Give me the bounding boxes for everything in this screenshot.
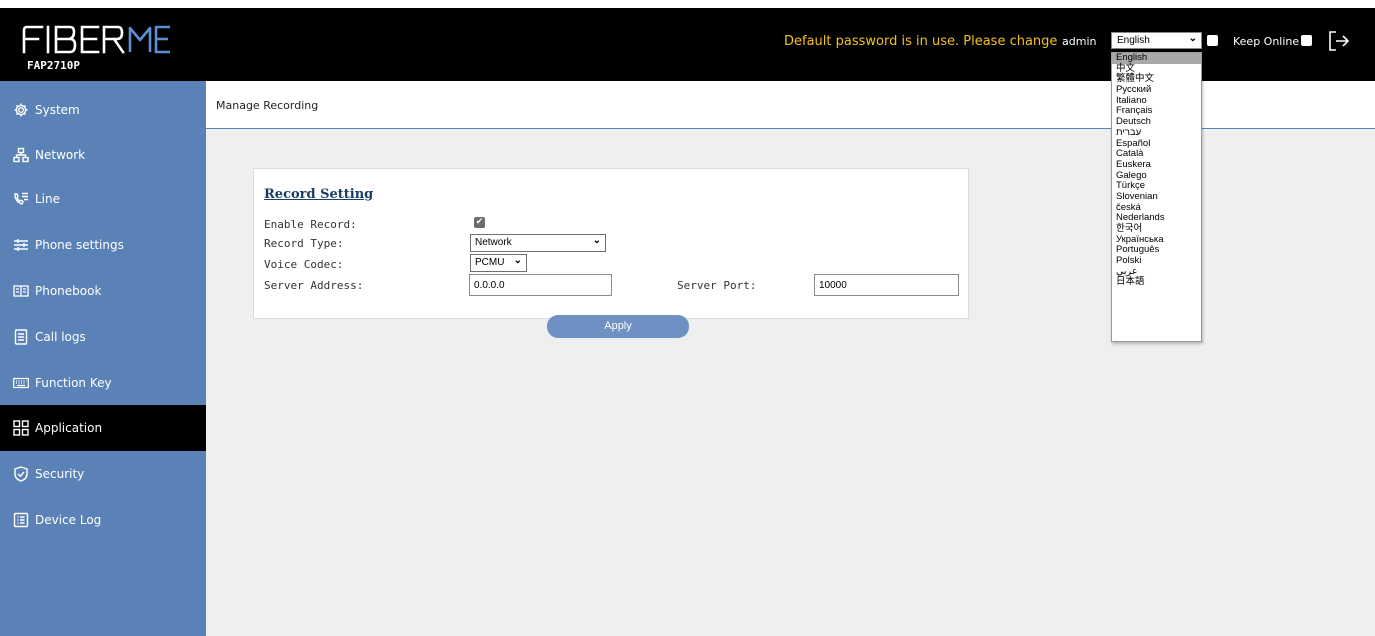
sidebar-item-label: Network: [35, 148, 86, 162]
chevron-down-icon: ⌄: [513, 255, 522, 266]
sidebar-item-label: Device Log: [35, 513, 102, 527]
sliders-icon: [13, 237, 29, 253]
gear-icon: [13, 102, 29, 118]
model-label: FAP2710P: [27, 59, 80, 72]
tab-label: Manage Recording: [216, 99, 319, 112]
keep-online-checkbox[interactable]: [1301, 35, 1312, 46]
sidebar-item-label: Phonebook: [35, 284, 102, 298]
server-port-label: Server Port:: [677, 279, 757, 292]
voice-codec-value: PCMU: [475, 257, 505, 268]
grid-icon: [13, 420, 29, 436]
voice-codec-select[interactable]: PCMU ⌄: [470, 254, 527, 272]
log-icon: [13, 512, 29, 528]
record-type-value: Network: [475, 237, 512, 248]
language-select[interactable]: English ⌄: [1111, 32, 1202, 49]
list-doc-icon: [13, 329, 29, 345]
chevron-down-icon: ⌄: [1188, 33, 1197, 44]
enable-record-checkbox[interactable]: ✔: [474, 217, 485, 228]
sidebar-item-system[interactable]: System: [0, 87, 206, 133]
language-option[interactable]: 日本語: [1112, 277, 1201, 288]
sidebar-item-label: Security: [35, 467, 85, 481]
sidebar-item-application[interactable]: Application: [0, 405, 206, 451]
logout-icon[interactable]: [1328, 30, 1350, 52]
voice-codec-label: Voice Codec:: [264, 258, 344, 271]
server-port-value: 10000: [819, 280, 847, 291]
sidebar-item-device-log[interactable]: Device Log: [0, 497, 206, 543]
sidebar-item-phonebook[interactable]: Phonebook: [0, 268, 206, 314]
sidebar-item-line[interactable]: Line: [0, 176, 206, 222]
record-type-label: Record Type:: [264, 237, 344, 250]
server-address-value: 0.0.0.0: [474, 280, 505, 291]
shield-icon: [13, 466, 29, 482]
server-address-label: Server Address:: [264, 279, 364, 292]
phone-lines-icon: [13, 191, 29, 207]
language-option[interactable]: Euskera: [1112, 159, 1201, 171]
username-label: admin: [1062, 35, 1097, 48]
server-address-input[interactable]: 0.0.0.0: [469, 274, 612, 296]
enable-record-label: Enable Record:: [264, 218, 357, 231]
chevron-down-icon: ⌄: [592, 235, 601, 246]
sidebar-item-function-key[interactable]: Function Key: [0, 360, 206, 406]
book-icon: [13, 283, 29, 299]
language-option[interactable]: עברית: [1112, 127, 1201, 139]
unknown-checkbox[interactable]: [1207, 35, 1218, 46]
sidebar-item-security[interactable]: Security: [0, 451, 206, 497]
section-title: Record Setting: [264, 187, 374, 202]
sidebar-item-phone-settings[interactable]: Phone settings: [0, 222, 206, 268]
sidebar-item-network[interactable]: Network: [0, 132, 206, 178]
sidebar-item-label: Phone settings: [35, 238, 124, 252]
sidebar-item-label: Line: [35, 192, 61, 206]
sidebar-item-label: System: [35, 103, 80, 117]
record-type-select[interactable]: Network ⌄: [470, 234, 606, 252]
sidebar-item-label: Application: [35, 421, 103, 435]
network-icon: [13, 147, 29, 163]
keep-online-label: Keep Online: [1233, 35, 1300, 48]
apply-button[interactable]: Apply: [547, 315, 689, 338]
sidebar-item-label: Call logs: [35, 330, 86, 344]
language-select-value: English: [1117, 35, 1150, 46]
fiberme-logo: [22, 24, 172, 54]
sidebar-item-label: Function Key: [35, 376, 112, 390]
record-setting-panel: Record Setting Enable Record: ✔ Record T…: [253, 168, 969, 338]
tab-manage-recording[interactable]: Manage Recording: [206, 99, 324, 131]
keyboard-icon: [13, 375, 29, 391]
sidebar-item-call-logs[interactable]: Call logs: [0, 314, 206, 360]
language-dropdown-list: English 中文 繁體中文 Русский Italiano Français Deut…: [1111, 52, 1202, 342]
server-port-input[interactable]: 10000: [814, 274, 959, 296]
password-warning-link[interactable]: Default password is in use. Please chang…: [784, 34, 1057, 49]
